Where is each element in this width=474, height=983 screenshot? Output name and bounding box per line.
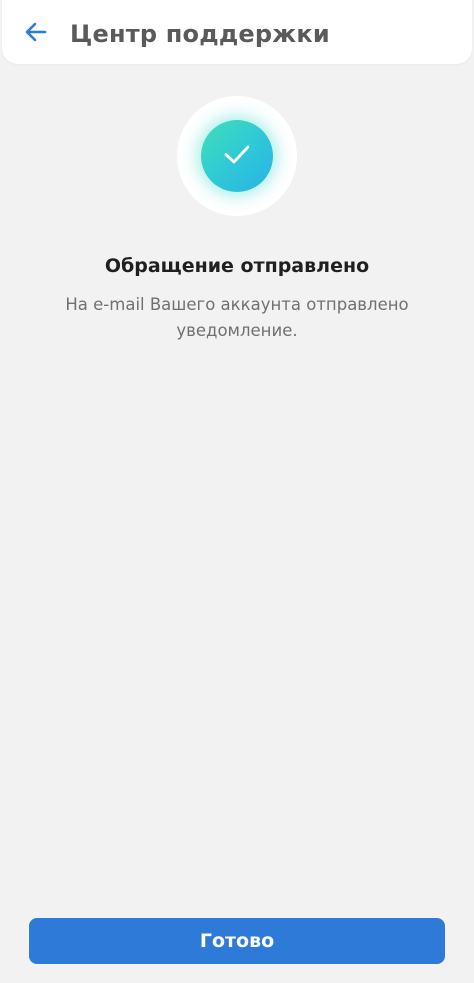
success-circle [201, 120, 273, 192]
arrow-left-icon [23, 19, 49, 49]
status-message: На e-mail Вашего аккаунта отправлено уве… [65, 295, 409, 340]
checkmark-icon [221, 138, 253, 174]
page-title: Центр поддержки [70, 20, 330, 48]
status-title: Обращение отправлено [104, 255, 370, 277]
success-badge [177, 96, 297, 216]
done-button[interactable]: Готово [29, 918, 445, 964]
back-button[interactable] [16, 14, 56, 54]
app-header: Центр поддержки [2, 0, 472, 64]
